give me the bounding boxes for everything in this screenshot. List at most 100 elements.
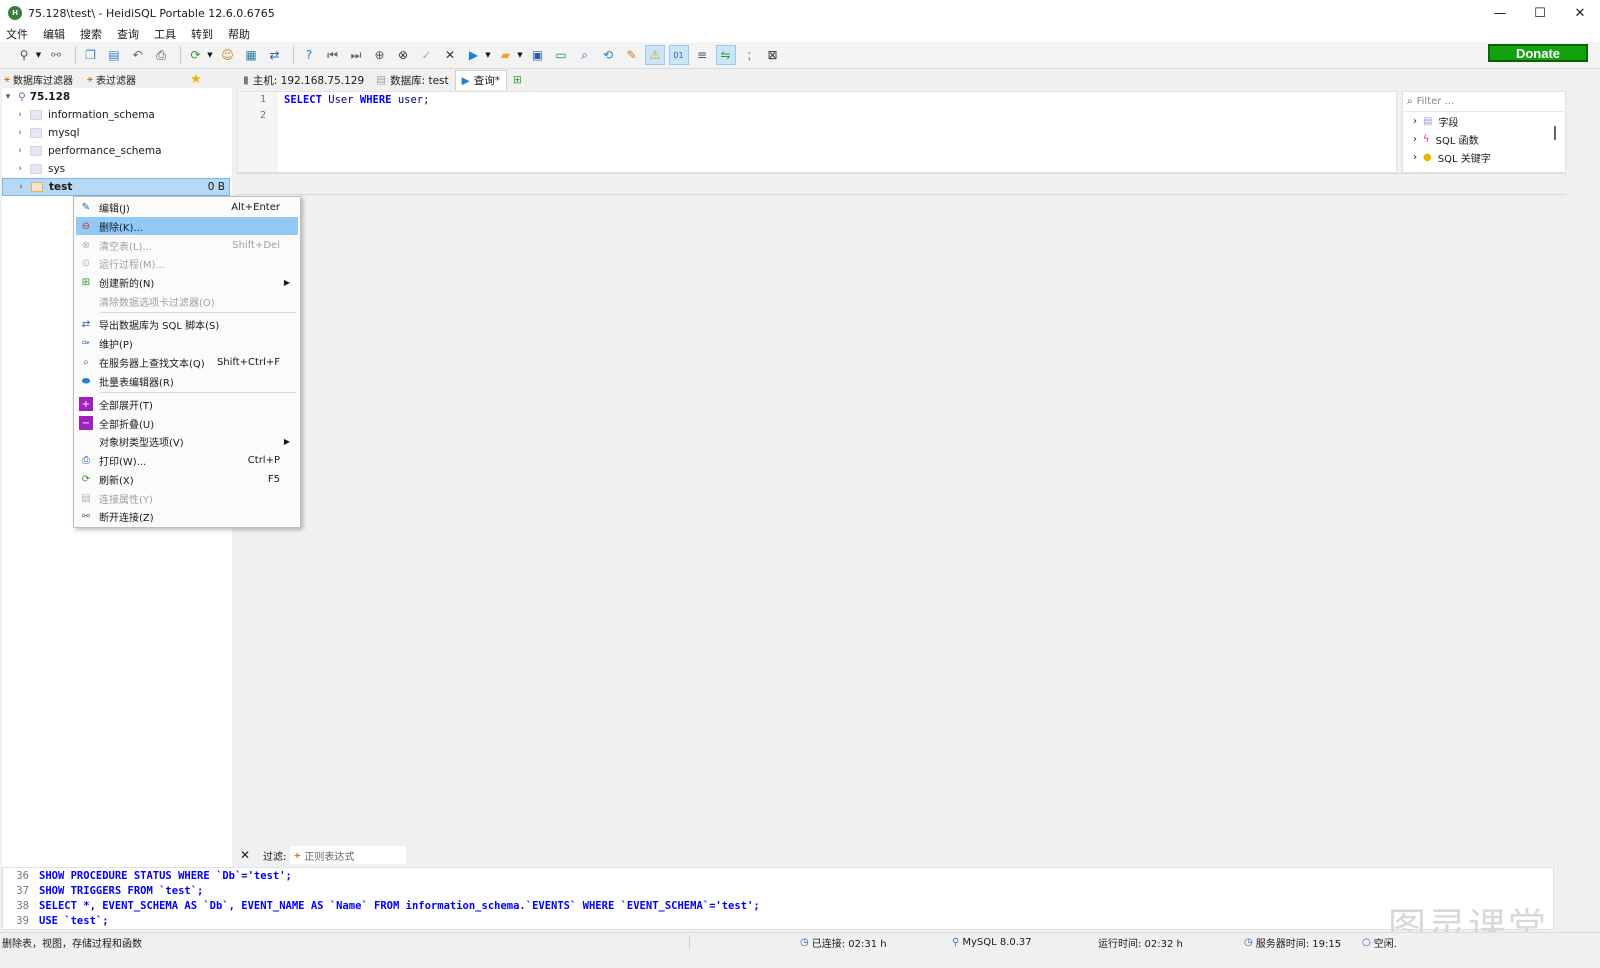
find-icon[interactable]: ⌕ xyxy=(575,45,595,65)
tree-server-node[interactable]: ▾ ⚲ 75.128 xyxy=(2,88,230,106)
refresh-icon[interactable]: ⟳ xyxy=(186,45,206,65)
connect-dropdown-icon[interactable]: ▼ xyxy=(35,45,43,65)
menu-item-find-text[interactable]: ⌕ 在服务器上查找文本(Q) Shift+Ctrl+F xyxy=(76,353,298,371)
close-button[interactable]: ✕ xyxy=(1560,0,1600,26)
menu-item-refresh[interactable]: ⟳ 刷新(X) F5 xyxy=(76,470,298,488)
menu-item-edit[interactable]: ✎ 编辑(J) Alt+Enter xyxy=(76,198,298,216)
save-icon[interactable]: ▣ xyxy=(528,45,548,65)
helper-filter-input[interactable]: ⌕ Filter ... xyxy=(1403,92,1565,112)
chevron-right-icon[interactable]: › xyxy=(15,182,27,192)
menu-search[interactable]: 搜索 xyxy=(80,26,102,42)
open-file-icon[interactable]: ▰ xyxy=(496,45,516,65)
import-icon[interactable]: ▦ xyxy=(241,45,261,65)
menu-item-export-sql[interactable]: ⇄ 导出数据库为 SQL 脚本(S) xyxy=(76,315,298,333)
minimize-button[interactable]: — xyxy=(1480,0,1520,26)
chevron-right-icon[interactable]: › xyxy=(14,146,26,156)
post-record-icon[interactable]: ✓ xyxy=(417,45,437,65)
menu-item-disconnect[interactable]: ⚯ 断开连接(Z) xyxy=(76,507,298,525)
maximize-button[interactable]: ☐ xyxy=(1520,0,1560,26)
run-dropdown-icon[interactable]: ▼ xyxy=(484,45,492,65)
tab-query[interactable]: ▶ 查询* xyxy=(454,70,507,90)
run-query-icon[interactable]: ▶ xyxy=(464,45,484,65)
connect-icon[interactable]: ⚲ xyxy=(14,45,34,65)
menu-item-clear-tab-filter[interactable]: 清除数据选项卡过滤器(O) xyxy=(76,292,298,310)
menu-item-empty-table[interactable]: ⊗ 清空表(L)... Shift+Del xyxy=(76,236,298,254)
menu-item-run-procedure[interactable]: ⊙ 运行过程(M)... xyxy=(76,254,298,272)
chevron-down-icon[interactable]: ▾ xyxy=(2,92,14,102)
db-filter-tab[interactable]: ⚹ 数据库过滤器 xyxy=(0,72,73,87)
chevron-right-icon[interactable]: › xyxy=(14,128,26,138)
database-icon xyxy=(30,164,42,174)
format-sql-icon[interactable]: ✎ xyxy=(622,45,642,65)
menu-item-collapse-all[interactable]: − 全部折叠(U) xyxy=(76,414,298,432)
tab-database[interactable]: ▤ 数据库: test xyxy=(370,70,454,90)
add-record-icon[interactable]: ⊕ xyxy=(370,45,390,65)
helper-scrollbar[interactable] xyxy=(1554,126,1556,140)
new-tab-icon: ⊞ xyxy=(512,74,522,86)
menu-help[interactable]: 帮助 xyxy=(228,26,250,42)
menu-file[interactable]: 文件 xyxy=(6,26,28,42)
cancel-record-icon[interactable]: ✕ xyxy=(440,45,460,65)
log-line-number: 38 xyxy=(16,899,29,912)
menu-item-delete[interactable]: ⊖ 删除(K)... xyxy=(76,217,298,235)
sync-icon[interactable]: ⇋ xyxy=(715,45,736,65)
undo-icon[interactable]: ↶ xyxy=(128,45,148,65)
tree-db-node[interactable]: › sys xyxy=(2,160,230,178)
helper-item-functions[interactable]: › ϟ SQL 函数 xyxy=(1403,130,1565,148)
donate-button[interactable]: Donate xyxy=(1488,44,1588,62)
chevron-right-icon[interactable]: › xyxy=(1413,116,1417,127)
tree-db-node[interactable]: › performance_schema xyxy=(2,142,230,160)
binary-icon[interactable]: 01 xyxy=(668,45,689,65)
chevron-right-icon[interactable]: › xyxy=(1413,134,1417,145)
user-manager-icon[interactable]: ☺ xyxy=(218,45,238,65)
status-version: ⚲ MySQL 8.0.37 xyxy=(952,935,1032,949)
save-snippet-icon[interactable]: ▭ xyxy=(551,45,571,65)
menu-query[interactable]: 查询 xyxy=(117,26,139,42)
helper-item-keywords[interactable]: › ● SQL 关键字 xyxy=(1403,148,1565,166)
export-icon[interactable]: ⇄ xyxy=(265,45,285,65)
wrap-icon[interactable]: ≡ xyxy=(692,45,712,65)
sql-editor[interactable]: 1 2 SELECT User WHERE user; xyxy=(237,91,1397,173)
delete-record-icon[interactable]: ⊗ xyxy=(393,45,413,65)
paste-icon[interactable]: ▤ xyxy=(104,45,124,65)
replace-icon[interactable]: ⟲ xyxy=(598,45,618,65)
first-record-icon[interactable]: ⏮ xyxy=(323,45,343,65)
helper-item-columns[interactable]: › ▤ 字段 xyxy=(1403,112,1565,130)
menu-goto[interactable]: 转到 xyxy=(191,26,213,42)
tree-db-node[interactable]: › information_schema xyxy=(2,106,230,124)
last-record-icon[interactable]: ⏭ xyxy=(346,45,366,65)
close-tab-icon[interactable]: ⊠ xyxy=(763,45,783,65)
print-icon[interactable]: ⎙ xyxy=(151,45,171,65)
warning-icon[interactable]: ⚠ xyxy=(645,45,665,65)
disconnect-icon[interactable]: ⚯ xyxy=(46,45,66,65)
menu-item-tree-options[interactable]: 对象树类型选项(V) ▶ xyxy=(76,432,298,450)
new-query-tab-button[interactable]: ⊞ xyxy=(507,70,528,90)
sql-log-panel[interactable]: 36 SHOW PROCEDURE STATUS WHERE `Db`='tes… xyxy=(2,867,1554,930)
close-filter-icon[interactable]: ✕ xyxy=(237,848,253,862)
help-icon[interactable]: ? xyxy=(299,45,319,65)
search-icon: ⌕ xyxy=(83,356,89,368)
refresh-dropdown-icon[interactable]: ▼ xyxy=(206,45,214,65)
open-file-dropdown-icon[interactable]: ▼ xyxy=(516,45,524,65)
menu-item-connection-props[interactable]: ▤ 连接属性(Y) xyxy=(76,489,298,507)
chevron-right-icon[interactable]: › xyxy=(1413,152,1417,163)
favorite-star-icon[interactable]: ★ xyxy=(190,72,202,87)
copy-icon[interactable]: ❐ xyxy=(81,45,101,65)
tree-db-node[interactable]: › mysql xyxy=(2,124,230,142)
menu-item-create-new[interactable]: ⊞ 创建新的(N) ▶ xyxy=(76,273,298,291)
semicolon-icon[interactable]: ⁏ xyxy=(739,45,759,65)
filter-input[interactable]: ⚹ 正则表达式 xyxy=(290,846,407,864)
menu-item-print[interactable]: ⎙ 打印(W)... Ctrl+P xyxy=(76,451,298,469)
menu-item-bulk-edit[interactable]: ⬬ 批量表编辑器(R) xyxy=(76,372,298,390)
chevron-right-icon[interactable]: › xyxy=(14,110,26,120)
tab-host[interactable]: ▮ 主机: 192.168.75.129 xyxy=(237,70,370,90)
menu-edit[interactable]: 编辑 xyxy=(43,26,65,42)
menu-tools[interactable]: 工具 xyxy=(154,26,176,42)
table-filter-tab[interactable]: ⚹ 表过滤器 xyxy=(83,72,136,87)
tree-db-node-selected[interactable]: › test 0 B xyxy=(2,178,230,196)
menu-item-expand-all[interactable]: + 全部展开(T) xyxy=(76,395,298,413)
menu-item-shortcut: Shift+Del xyxy=(232,239,280,251)
chevron-right-icon[interactable]: › xyxy=(14,164,26,174)
menu-item-maintenance[interactable]: ✑ 维护(P) xyxy=(76,334,298,352)
editor-splitter[interactable] xyxy=(237,173,1566,195)
